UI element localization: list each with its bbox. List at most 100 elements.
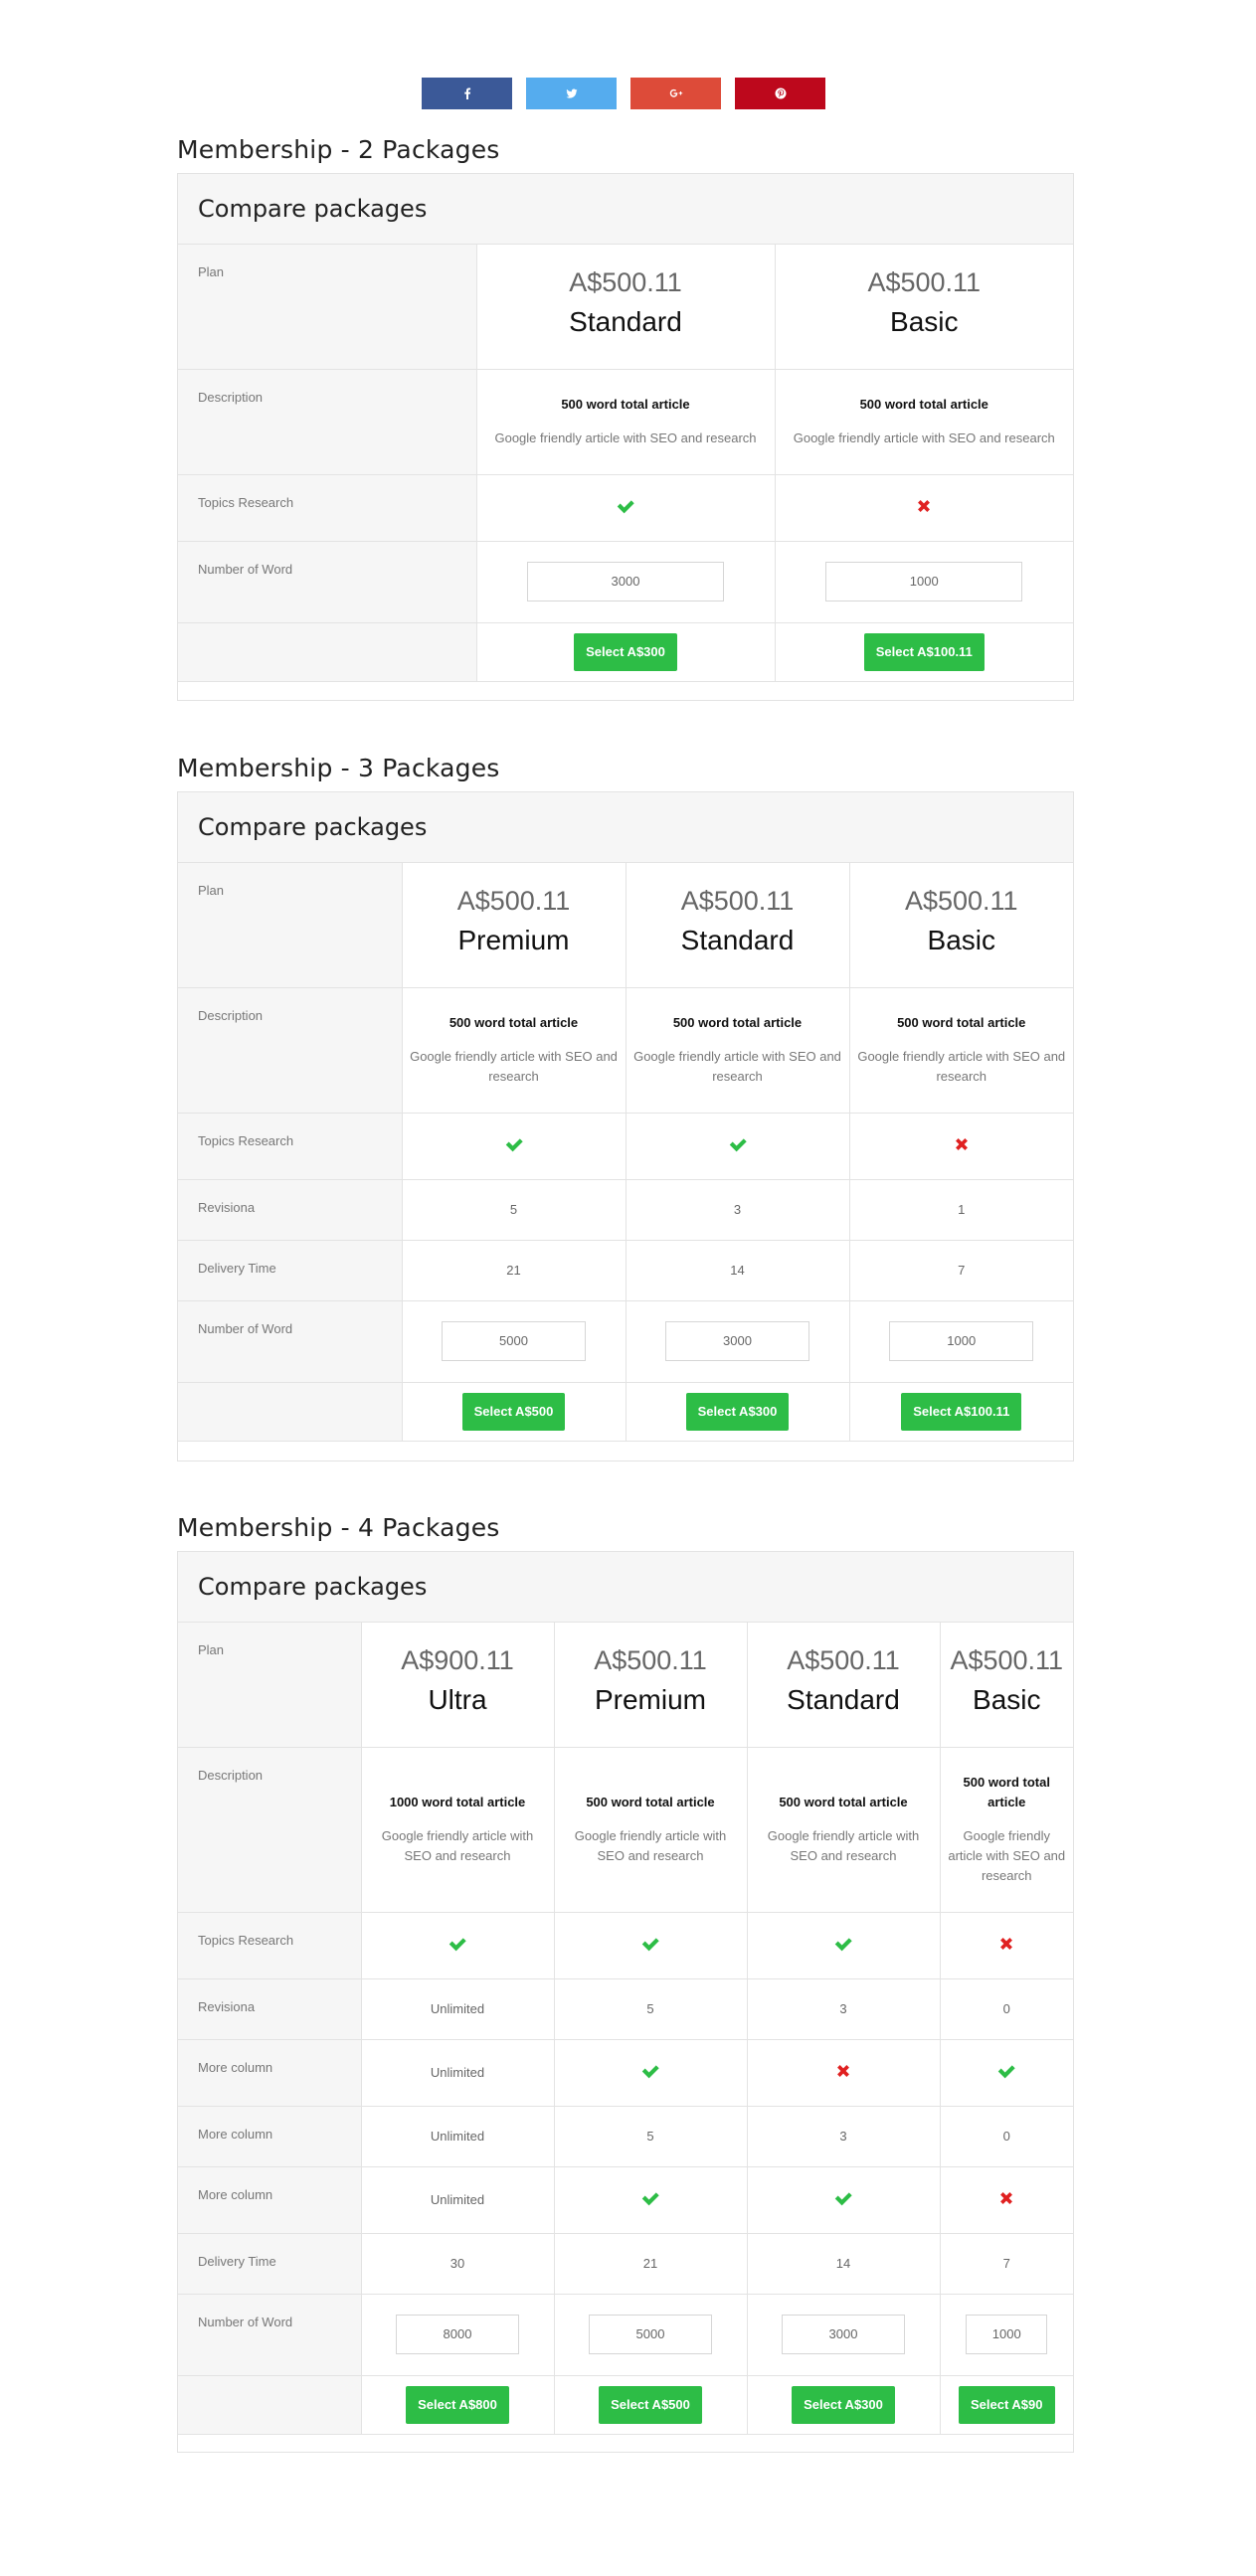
check-icon	[449, 1938, 466, 1952]
plan-cell: A$500.11 Basic	[774, 245, 1073, 370]
cross-icon	[837, 2065, 849, 2077]
word-count-input[interactable]: 5000	[442, 1321, 586, 1361]
select-row: Select A$800 Select A$500 Select A$300 S…	[178, 2374, 1073, 2435]
select-cell: Select A$100.11	[848, 1381, 1073, 1442]
word-count-input[interactable]: 1000	[889, 1321, 1034, 1361]
plan-name: Premium	[457, 925, 570, 956]
compare-box: Compare packages Plan A$500.11 Standard A…	[177, 173, 1074, 701]
select-plan-button[interactable]: Select A$300	[574, 632, 677, 671]
description-title: 500 word total article	[561, 397, 690, 412]
description-cell: 500 word total article Google friendly ar…	[553, 1746, 748, 1913]
cross-icon	[955, 1138, 968, 1150]
delivery-row: Delivery Time 30 21 14 7	[178, 2232, 1073, 2295]
description-title: 500 word total article	[963, 1775, 1050, 1809]
plan-price: A$500.11	[569, 267, 682, 298]
description-title: 500 word total article	[779, 1795, 908, 1809]
select-plan-button[interactable]: Select A$90	[958, 2385, 1055, 2424]
feature-cell: Unlimited	[360, 2105, 555, 2167]
word-count-input[interactable]: 8000	[396, 2315, 519, 2354]
feature-cell: 7	[848, 1239, 1073, 1301]
section-title: Membership - 2 Packages	[177, 135, 500, 164]
feature-value: 3	[839, 2001, 847, 2016]
compare-header: Compare packages	[178, 1552, 1073, 1623]
more-column-row: More column Unlimited 5 3 0	[178, 2105, 1073, 2167]
feature-cell: 1	[848, 1178, 1073, 1241]
description-text: Google friendly article with SEO and res…	[574, 1828, 727, 1863]
plan-price: A$500.11	[680, 886, 795, 917]
plan-name: Basic	[890, 306, 959, 338]
row-label	[178, 621, 477, 682]
feature-value: 21	[642, 2256, 658, 2271]
feature-cell: 7	[939, 2232, 1073, 2295]
description-cell: 500 word total article Google friendly ar…	[774, 368, 1073, 475]
word-count-input[interactable]: 1000	[825, 562, 1023, 601]
words-cell: 3000	[475, 540, 776, 623]
feature-value: 5	[646, 2001, 654, 2016]
feature-cell	[746, 1911, 941, 1979]
description-text: Google friendly article with SEO and res…	[410, 1049, 618, 1084]
plan-price: A$500.11	[950, 1645, 1064, 1676]
plan-name: Standard	[680, 925, 795, 956]
google-plus-icon	[669, 88, 682, 97]
word-count-input[interactable]: 3000	[665, 1321, 809, 1361]
feature-cell	[360, 1911, 555, 1979]
feature-cell	[939, 2165, 1073, 2234]
feature-cell	[401, 1112, 627, 1180]
row-label: More column	[178, 2038, 362, 2107]
plan-price: A$500.11	[787, 1645, 900, 1676]
facebook-share-button[interactable]	[422, 78, 512, 109]
plan-cell: A$900.11 Ultra	[360, 1623, 555, 1748]
plan-name: Premium	[594, 1684, 706, 1716]
row-label	[178, 1381, 403, 1442]
word-count-input[interactable]: 3000	[527, 562, 724, 601]
feature-value: Unlimited	[430, 2065, 485, 2080]
description-title: 500 word total article	[897, 1015, 1026, 1030]
feature-value: 30	[449, 2256, 465, 2271]
words-row: Number of Word 8000 5000 3000 1000	[178, 2293, 1073, 2376]
words-row: Number of Word 3000 1000	[178, 540, 1073, 623]
compare-box: Compare packages Plan A$500.11 Premium A$…	[177, 791, 1074, 1461]
compare-table: Plan A$500.11 Premium A$500.11 Standard A$…	[178, 863, 1073, 1442]
twitter-share-button[interactable]	[526, 78, 617, 109]
row-label	[178, 2374, 362, 2435]
check-icon	[834, 1938, 852, 1952]
pinterest-share-button[interactable]	[735, 78, 825, 109]
select-plan-button[interactable]: Select A$500	[599, 2385, 702, 2424]
feature-value: 14	[835, 2256, 851, 2271]
select-plan-button[interactable]: Select A$100.11	[863, 632, 985, 671]
compare-title: Compare packages	[198, 813, 428, 841]
check-icon	[729, 1138, 747, 1152]
word-count-input[interactable]: 5000	[589, 2315, 712, 2354]
description-title: 500 word total article	[859, 397, 988, 412]
description-text: Google friendly article with SEO and res…	[948, 1828, 1066, 1883]
revisions-row: Revisiona Unlimited 5 3 0	[178, 1977, 1073, 2040]
description-cell: 500 word total article Google friendly ar…	[401, 986, 627, 1114]
plan-price: A$500.11	[904, 886, 1018, 917]
select-plan-button[interactable]: Select A$300	[792, 2385, 895, 2424]
cross-icon	[1000, 1938, 1013, 1950]
word-count-input[interactable]: 1000	[966, 2315, 1048, 2354]
select-cell: Select A$300	[746, 2374, 941, 2435]
plan-cell: A$500.11 Standard	[475, 245, 776, 370]
check-icon	[617, 500, 634, 514]
row-label: Revisiona	[178, 1178, 403, 1241]
plan-name: Standard	[787, 1684, 900, 1716]
select-plan-button[interactable]: Select A$300	[685, 1392, 790, 1431]
topics-row: Topics Research	[178, 473, 1073, 542]
select-plan-button[interactable]: Select A$800	[406, 2385, 509, 2424]
feature-value: 7	[1002, 2256, 1010, 2271]
select-plan-button[interactable]: Select A$500	[461, 1392, 566, 1431]
pinterest-icon	[775, 87, 786, 99]
google-plus-share-button[interactable]	[630, 78, 721, 109]
description-cell: 500 word total article Google friendly ar…	[939, 1746, 1073, 1913]
select-row: Select A$300 Select A$100.11	[178, 621, 1073, 682]
row-label: Delivery Time	[178, 1239, 403, 1301]
compare-table: Plan A$500.11 Standard A$500.11 Basic Desc…	[178, 245, 1073, 682]
row-label: Topics Research	[178, 1112, 403, 1180]
section-title: Membership - 3 Packages	[177, 754, 500, 782]
words-cell: 1000	[848, 1299, 1073, 1383]
word-count-input[interactable]: 3000	[782, 2315, 905, 2354]
select-cell: Select A$500	[401, 1381, 627, 1442]
description-text: Google friendly article with SEO and res…	[381, 1828, 534, 1863]
select-plan-button[interactable]: Select A$100.11	[901, 1392, 1022, 1431]
